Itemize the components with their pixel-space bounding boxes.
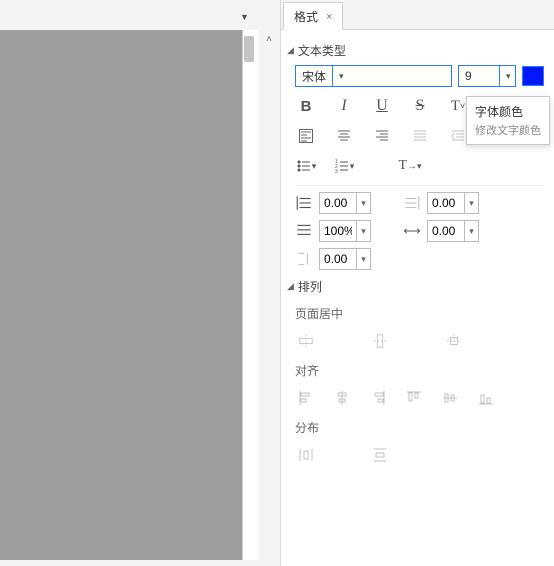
vertical-ruler [242,30,258,560]
indent-right-input[interactable]: ▾ [427,192,479,214]
collapse-icon: ◢ [287,281,294,292]
stepper-icon[interactable]: ▾ [464,193,478,213]
stepper-icon[interactable]: ▾ [356,193,370,213]
align-obj-bottom-button[interactable] [475,387,497,409]
tooltip-title: 字体颜色 [475,103,541,120]
format-panel: 格式 × ◢ 文本类型 宋体 ▾ 9 ▾ B I U S T˅ T× [280,0,554,566]
dropdown-icon[interactable]: ▾ [499,66,515,86]
para-spacing-value[interactable] [320,252,356,266]
font-color-tooltip: 字体颜色 修改文字颜色 [466,96,550,145]
toolbar-dropdown-icon[interactable]: ▼ [240,12,249,22]
ruler-indicator[interactable] [244,36,254,62]
font-color-swatch[interactable] [522,66,544,86]
distribute-horizontal-button[interactable] [295,444,317,466]
stepper-icon[interactable]: ▾ [464,221,478,241]
center-page-label: 页面居中 [295,305,544,322]
align-obj-left-button[interactable] [295,387,317,409]
distribute-label: 分布 [295,419,544,436]
font-size-value: 9 [459,69,499,83]
scroll-up-arrow[interactable]: ˄ [260,34,278,45]
line-spacing-icon [295,222,313,240]
stepper-icon[interactable]: ▾ [356,249,370,269]
tab-label: 格式 [294,8,318,25]
strikethrough-button[interactable]: S [409,95,431,117]
align-center-button[interactable] [333,125,355,147]
stepper-icon[interactable]: ▾ [356,221,370,241]
line-spacing-value[interactable] [320,224,356,238]
indent-right-icon [403,194,421,212]
line-spacing-input[interactable]: ▾ [319,220,371,242]
indent-right-value[interactable] [428,196,464,210]
panel-tab-bar: 格式 × [281,0,554,30]
number-list-button[interactable]: 123▾ [333,155,355,177]
align-obj-vcenter-button[interactable] [439,387,461,409]
align-left-button[interactable] [295,125,317,147]
dropdown-icon[interactable]: ▾ [332,66,348,86]
char-spacing-icon: ⟷ [403,222,421,240]
bold-button[interactable]: B [295,95,317,117]
align-obj-top-button[interactable] [403,387,425,409]
tab-format[interactable]: 格式 × [283,2,343,30]
section-title: 排列 [298,278,322,295]
indent-left-icon [295,194,313,212]
distribute-vertical-button[interactable] [369,444,391,466]
tooltip-desc: 修改文字颜色 [475,122,541,138]
collapse-icon: ◢ [287,45,294,56]
italic-button[interactable]: I [333,95,355,117]
underline-button[interactable]: U [371,95,393,117]
center-vertical-button[interactable] [369,330,391,352]
document-canvas[interactable] [0,30,258,560]
svg-text:3: 3 [335,169,338,174]
center-horizontal-button[interactable] [295,330,317,352]
font-size-combo[interactable]: 9 ▾ [458,65,516,87]
para-spacing-input[interactable]: ▾ [319,248,371,270]
align-obj-right-button[interactable] [367,387,389,409]
indent-left-value[interactable] [320,196,356,210]
align-obj-hcenter-button[interactable] [331,387,353,409]
text-direction-button[interactable]: T→▾ [399,155,421,177]
char-spacing-value[interactable] [428,224,464,238]
bullet-list-button[interactable]: ▾ [295,155,317,177]
close-icon[interactable]: × [326,11,332,23]
char-spacing-input[interactable]: ▾ [427,220,479,242]
section-arrange[interactable]: ◢ 排列 [287,278,544,295]
align-justify-button[interactable] [409,125,431,147]
align-label: 对齐 [295,362,544,379]
indent-left-input[interactable]: ▾ [319,192,371,214]
para-spacing-icon [295,250,313,268]
align-right-button[interactable] [371,125,393,147]
center-both-button[interactable] [443,330,465,352]
font-name-combo[interactable]: 宋体 ▾ [295,65,452,87]
section-title: 文本类型 [298,42,346,59]
font-name-value: 宋体 [296,68,332,85]
section-text-type[interactable]: ◢ 文本类型 [287,42,544,59]
